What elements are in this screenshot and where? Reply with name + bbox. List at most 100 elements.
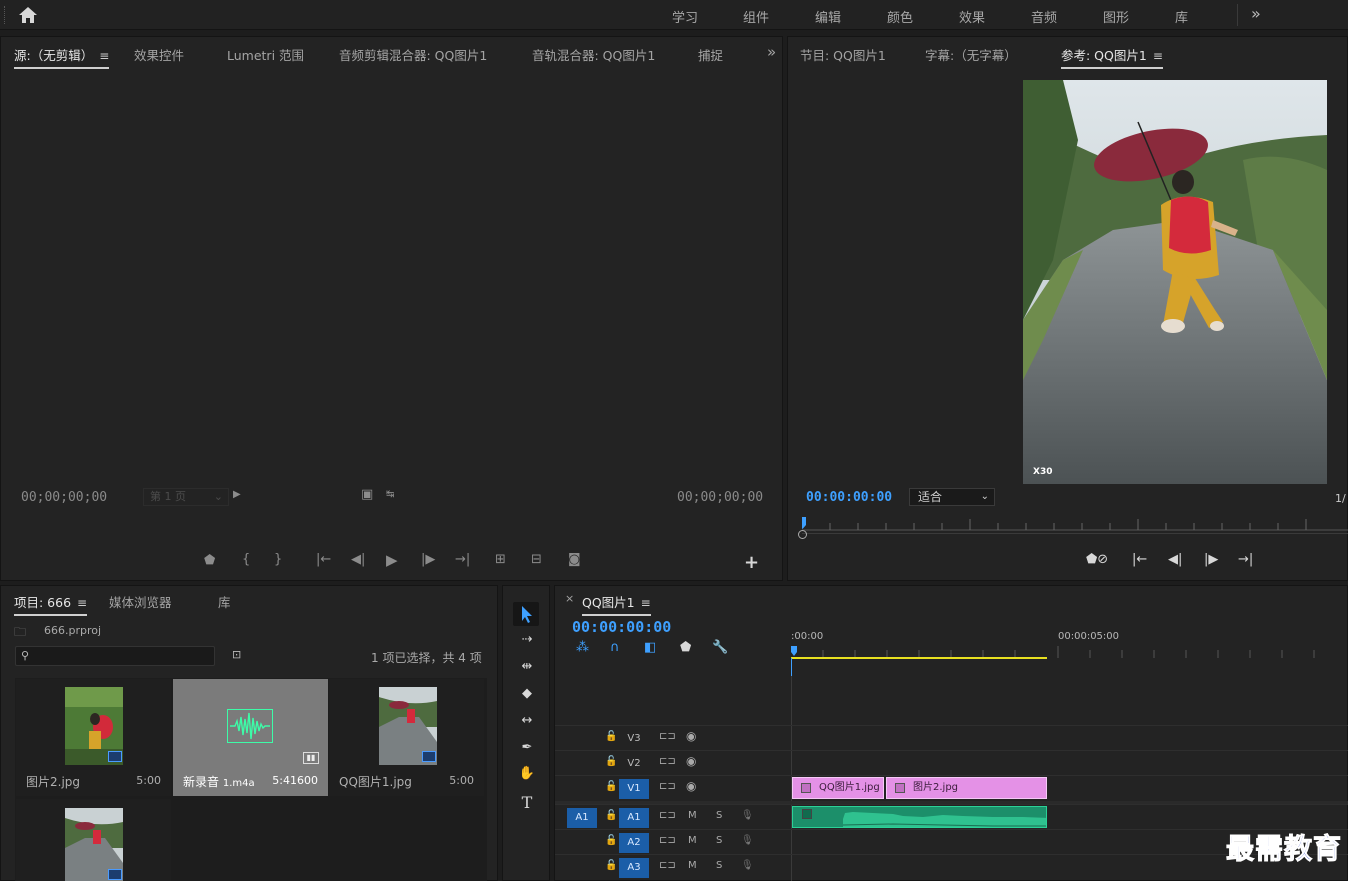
go-to-out-icon[interactable]: →| bbox=[455, 552, 470, 567]
pen-tool-icon[interactable]: ✒ bbox=[516, 740, 538, 755]
eye-icon[interactable]: ◉ bbox=[686, 779, 696, 793]
scroll-handle-icon[interactable] bbox=[798, 530, 807, 539]
tab-sequence[interactable]: QQ图片1 ≡ bbox=[582, 592, 651, 616]
solo-button[interactable]: S bbox=[716, 860, 722, 871]
slip-tool-icon[interactable]: ↔ bbox=[516, 713, 538, 728]
track-label[interactable]: V1 bbox=[619, 779, 649, 799]
add-button-icon[interactable]: + bbox=[744, 552, 759, 573]
sync-lock-icon[interactable]: ⊏⊐ bbox=[659, 781, 676, 792]
sync-lock-icon[interactable]: ⊏⊐ bbox=[659, 835, 676, 846]
overwrite-icon[interactable]: ⊟ bbox=[531, 552, 542, 567]
zoom-fit-select[interactable]: 适合 ⌄ bbox=[909, 488, 995, 506]
audio-clip-new-recording[interactable] bbox=[792, 806, 1047, 828]
microphone-icon[interactable]: 🎙 bbox=[741, 860, 754, 871]
play-arrow-icon[interactable]: ▶ bbox=[233, 489, 241, 500]
mark-in-icon[interactable]: { bbox=[242, 552, 250, 567]
drop-frame-icon[interactable]: ↹ bbox=[386, 489, 394, 500]
nest-toggle-icon[interactable]: ⁂ bbox=[576, 640, 589, 655]
lock-icon[interactable]: 🔓 bbox=[605, 810, 617, 821]
step-back-icon[interactable]: ◀| bbox=[1168, 552, 1182, 567]
tab-lumetri-scopes[interactable]: Lumetri 范围 bbox=[227, 45, 304, 64]
panel-menu-icon[interactable]: ≡ bbox=[77, 596, 87, 610]
mute-button[interactable]: M bbox=[688, 860, 697, 871]
sync-lock-icon[interactable]: ⊏⊐ bbox=[659, 756, 676, 767]
panel-menu-icon[interactable]: ≡ bbox=[99, 49, 109, 63]
find-icon[interactable]: ⊡ bbox=[232, 648, 241, 661]
snap-magnet-icon[interactable]: ∩ bbox=[610, 640, 620, 655]
timeline-timecode[interactable]: 00:00:00:00 bbox=[572, 618, 671, 636]
source-timecode-in[interactable]: 00;00;00;00 bbox=[21, 490, 107, 505]
lock-icon[interactable]: 🔓 bbox=[605, 860, 617, 871]
tab-source[interactable]: 源:（无剪辑） ≡ bbox=[14, 45, 110, 69]
wrench-settings-icon[interactable]: 🔧 bbox=[712, 640, 728, 655]
close-tab-icon[interactable]: × bbox=[565, 592, 574, 605]
more-workspaces-icon[interactable]: » bbox=[1251, 4, 1261, 23]
page-select[interactable]: 第 1 页 ⌄ bbox=[143, 488, 229, 506]
workspace-effects[interactable]: 效果 bbox=[959, 7, 985, 26]
lock-icon[interactable]: 🔓 bbox=[605, 835, 617, 846]
tab-capture[interactable]: 捕捉 bbox=[698, 45, 723, 64]
sync-lock-icon[interactable]: ⊏⊐ bbox=[659, 731, 676, 742]
reference-timecode[interactable]: 00:00:00:00 bbox=[806, 490, 892, 505]
search-input[interactable]: ⚲ bbox=[15, 646, 215, 666]
add-marker-icon[interactable]: ⬟ bbox=[204, 553, 215, 568]
tab-reference[interactable]: 参考: QQ图片1 ≡ bbox=[1061, 45, 1163, 69]
play-icon[interactable]: ▶ bbox=[386, 551, 398, 569]
tab-effect-controls[interactable]: 效果控件 bbox=[134, 45, 184, 64]
project-item-image2[interactable]: 图片2.jpg 5:00 bbox=[16, 679, 171, 796]
marker-settings-icon[interactable]: ⬟⊘ bbox=[1086, 552, 1108, 567]
tab-program[interactable]: 节目: QQ图片1 bbox=[800, 45, 886, 64]
mute-button[interactable]: M bbox=[688, 835, 697, 846]
workspace-editing[interactable]: 编辑 bbox=[815, 7, 841, 26]
step-forward-icon[interactable]: |▶ bbox=[421, 552, 435, 567]
drag-grip[interactable] bbox=[4, 6, 6, 24]
tab-project[interactable]: 项目: 666 ≡ bbox=[14, 592, 88, 616]
sync-lock-icon[interactable]: ⊏⊐ bbox=[659, 860, 676, 871]
track-label[interactable]: A3 bbox=[619, 858, 649, 878]
tab-media-browser[interactable]: 媒体浏览器 bbox=[109, 592, 172, 611]
source-patch[interactable]: A1 bbox=[567, 808, 597, 828]
timeline-ruler[interactable] bbox=[791, 646, 1348, 662]
lock-icon[interactable]: 🔓 bbox=[605, 756, 617, 767]
solo-button[interactable]: S bbox=[716, 810, 722, 821]
workspace-assembly[interactable]: 组件 bbox=[743, 7, 769, 26]
tab-captions[interactable]: 字幕:（无字幕） bbox=[925, 45, 1017, 64]
reference-ruler[interactable] bbox=[799, 517, 1348, 531]
panel-menu-icon[interactable]: ≡ bbox=[1153, 49, 1163, 63]
workspace-libraries[interactable]: 库 bbox=[1175, 7, 1188, 26]
hand-tool-icon[interactable]: ✋ bbox=[516, 766, 538, 781]
add-marker-icon[interactable]: ⬟ bbox=[680, 640, 691, 655]
go-to-in-icon[interactable]: |← bbox=[316, 552, 331, 567]
step-forward-icon[interactable]: |▶ bbox=[1204, 552, 1218, 567]
workspace-learn[interactable]: 学习 bbox=[672, 7, 698, 26]
workspace-color[interactable]: 颜色 bbox=[887, 7, 913, 26]
lock-icon[interactable]: 🔓 bbox=[605, 731, 617, 742]
microphone-icon[interactable]: 🎙 bbox=[741, 835, 754, 846]
project-item-new-recording[interactable]: ▮▮ 新录音 1.m4a 5:41600 bbox=[173, 679, 328, 796]
microphone-icon[interactable]: 🎙 bbox=[741, 810, 754, 821]
tab-libraries[interactable]: 库 bbox=[218, 592, 231, 611]
go-to-out-icon[interactable]: →| bbox=[1238, 552, 1253, 567]
more-tabs-icon[interactable]: » bbox=[767, 43, 776, 61]
track-label[interactable]: V3 bbox=[619, 729, 649, 749]
go-to-in-icon[interactable]: |← bbox=[1132, 552, 1147, 567]
video-clip-image2[interactable]: 图片2.jpg bbox=[886, 777, 1047, 799]
lock-icon[interactable]: 🔓 bbox=[605, 781, 617, 792]
step-back-icon[interactable]: ◀| bbox=[351, 552, 365, 567]
razor-tool-icon[interactable]: ◆ bbox=[516, 686, 538, 701]
project-item-qq-image1[interactable]: QQ图片1.jpg 5:00 bbox=[329, 679, 484, 796]
ripple-edit-tool-icon[interactable]: ⇹ bbox=[516, 659, 538, 674]
video-clip-qq-image1[interactable]: QQ图片1.jpg bbox=[792, 777, 884, 799]
track-select-tool-icon[interactable]: ⇢ bbox=[516, 632, 538, 647]
tab-audio-clip-mixer[interactable]: 音频剪辑混合器: QQ图片1 bbox=[339, 45, 487, 64]
panel-menu-icon[interactable]: ≡ bbox=[641, 596, 651, 610]
zoom-scrollbar[interactable] bbox=[798, 530, 1348, 541]
solo-button[interactable]: S bbox=[716, 835, 722, 846]
workspace-graphics[interactable]: 图形 bbox=[1103, 7, 1129, 26]
linked-selection-icon[interactable]: ◧ bbox=[644, 640, 656, 655]
type-tool-icon[interactable]: T bbox=[516, 793, 538, 812]
eye-icon[interactable]: ◉ bbox=[686, 729, 696, 743]
mute-button[interactable]: M bbox=[688, 810, 697, 821]
home-icon[interactable] bbox=[18, 6, 38, 24]
settings-square-icon[interactable]: ▣ bbox=[361, 487, 373, 502]
